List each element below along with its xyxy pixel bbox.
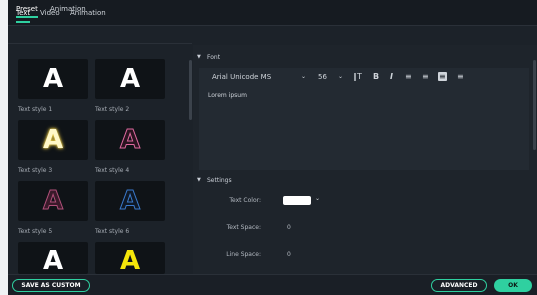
text-input[interactable]: Lorem ipsum: [208, 92, 247, 99]
text-space-value[interactable]: 0: [287, 224, 291, 231]
font-editor-box: [199, 68, 529, 170]
align-justify-icon[interactable]: ≡: [457, 72, 464, 81]
italic-button[interactable]: I: [390, 72, 393, 81]
text-style-8-thumbnail[interactable]: A: [95, 242, 165, 274]
text-style-5-label: Text style 5: [18, 228, 53, 235]
text-style-6-label: Text style 6: [95, 228, 130, 235]
line-space-label: Line Space:: [226, 251, 261, 258]
text-style-5-thumbnail[interactable]: A: [18, 181, 88, 221]
text-style-4-thumbnail[interactable]: A: [95, 120, 165, 160]
tab-sub-animation[interactable]: Animation: [50, 0, 86, 18]
advanced-button[interactable]: ADVANCED: [431, 279, 487, 292]
letter-spacing-icon[interactable]: ‖T: [353, 72, 362, 81]
text-style-3-thumbnail[interactable]: A: [18, 120, 88, 160]
text-style-2-label: Text style 2: [95, 106, 130, 113]
text-style-4-label: Text style 4: [95, 167, 130, 174]
tab-preset[interactable]: Preset: [16, 0, 38, 18]
text-style-2-thumbnail[interactable]: A: [95, 59, 165, 99]
line-space-value[interactable]: 0: [287, 251, 291, 258]
text-style-6-preview: A: [119, 186, 141, 217]
text-style-5-preview: A: [42, 186, 64, 217]
properties-scrollbar[interactable]: [533, 60, 536, 150]
text-style-1-label: Text style 1: [18, 106, 53, 113]
text-style-7-preview: A: [42, 246, 64, 274]
settings-section-title: Settings: [207, 177, 232, 184]
text-style-4-preview: A: [119, 125, 141, 156]
text-style-7-thumbnail[interactable]: A: [18, 242, 88, 274]
text-style-2-preview: A: [119, 64, 141, 94]
text-style-3-label: Text style 3: [18, 167, 53, 174]
bold-button[interactable]: B: [373, 72, 379, 81]
font-size-select[interactable]: 56: [318, 73, 327, 81]
left-edge-strip: [0, 0, 8, 295]
ok-button[interactable]: OK: [494, 279, 532, 292]
text-color-chevron-icon[interactable]: ⌄: [315, 195, 320, 202]
text-style-1-thumbnail[interactable]: A: [18, 59, 88, 99]
text-style-1-preview: A: [42, 64, 64, 94]
sub-tab-bar: [8, 26, 192, 44]
text-style-6-thumbnail[interactable]: A: [95, 181, 165, 221]
text-style-8-preview: A: [119, 246, 141, 274]
text-space-label: Text Space:: [226, 224, 261, 231]
text-color-swatch[interactable]: [283, 196, 311, 205]
preset-scrollbar[interactable]: [189, 60, 192, 120]
collapse-font-icon[interactable]: ▼: [197, 54, 201, 60]
text-color-label: Text Color:: [229, 197, 261, 204]
font-family-select[interactable]: Arial Unicode MS: [212, 73, 271, 81]
align-right-icon[interactable]: ≡: [438, 72, 447, 81]
font-family-chevron-icon[interactable]: ⌄: [301, 73, 306, 80]
align-left-icon[interactable]: ≡: [405, 72, 412, 81]
collapse-settings-icon[interactable]: ▼: [197, 177, 201, 183]
font-section-title: Font: [207, 54, 221, 61]
align-center-icon[interactable]: ≡: [422, 72, 429, 81]
text-style-3-preview: A: [42, 125, 64, 155]
save-as-custom-button[interactable]: SAVE AS CUSTOM: [12, 279, 90, 292]
font-size-chevron-icon[interactable]: ⌄: [338, 73, 343, 80]
